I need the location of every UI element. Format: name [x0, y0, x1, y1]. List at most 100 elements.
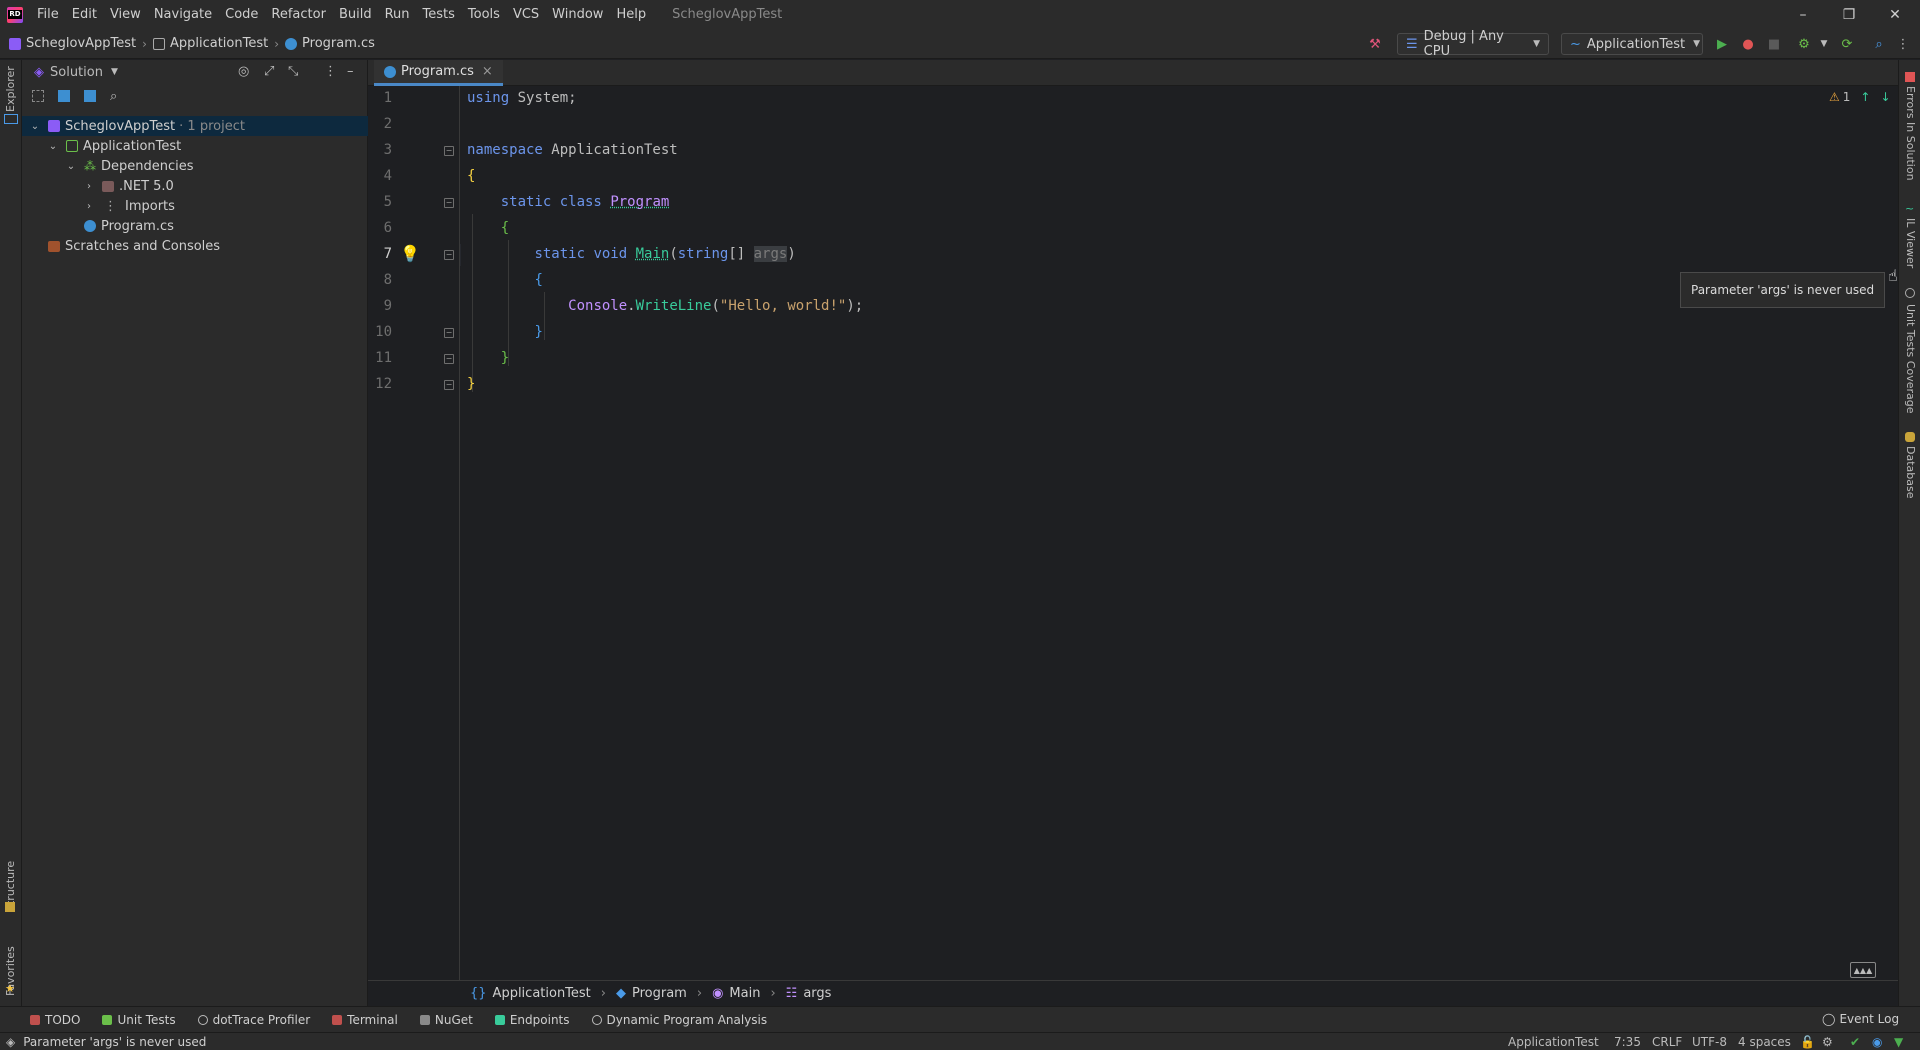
tree-item-project[interactable]: ⌄ ApplicationTest [22, 136, 368, 156]
status-layers-icon[interactable]: ◈ [6, 1035, 15, 1049]
menu-tools[interactable]: Tools [468, 7, 500, 22]
tree-item-imports[interactable]: › ⋮ Imports [22, 196, 368, 216]
build-hammer-icon[interactable]: ⚒ [1366, 35, 1384, 53]
status-project[interactable]: ApplicationTest [1508, 1033, 1599, 1050]
chevron-down-icon[interactable]: ⌄ [28, 121, 42, 132]
inspection-widget[interactable]: ⚠ 1 ↑ ↓ [1829, 90, 1891, 104]
code-line-10: } [534, 324, 543, 340]
todo-tool-button[interactable]: TODO [30, 1013, 80, 1027]
attach-process-icon[interactable]: ⚙ [1795, 35, 1813, 53]
run-configuration-combo[interactable]: ~ ApplicationTest ▼ [1561, 33, 1703, 55]
database-tool-tab[interactable]: Database [1904, 446, 1917, 499]
chevron-down-icon[interactable]: ⌄ [46, 141, 60, 152]
tree-item-net[interactable]: › .NET 5.0 [22, 176, 368, 196]
check-icon[interactable]: ✔ [1850, 1033, 1860, 1050]
menu-navigate[interactable]: Navigate [154, 7, 212, 22]
show-excluded-icon[interactable] [84, 90, 96, 102]
lock-icon[interactable]: 🔓 [1800, 1033, 1815, 1050]
fold-marker-icon[interactable]: − [444, 328, 454, 338]
menu-help[interactable]: Help [616, 7, 646, 22]
close-window-button[interactable]: ✕ [1872, 0, 1918, 29]
menu-window[interactable]: Window [552, 7, 603, 22]
unit-tests-coverage-tool-tab[interactable]: Unit Tests Coverage [1904, 304, 1917, 413]
previous-highlight-icon[interactable]: ↑ [1860, 90, 1870, 104]
fold-marker-icon[interactable]: − [444, 354, 454, 364]
update-icon[interactable]: ⟳ [1838, 35, 1856, 53]
chevron-right-icon[interactable]: › [82, 201, 96, 212]
nav-crumb-file[interactable]: Program.cs [285, 36, 375, 51]
endpoints-tool-button[interactable]: Endpoints [494, 1013, 570, 1027]
expand-all-icon[interactable]: ⤢ [264, 64, 274, 79]
more-options-icon[interactable]: ⋮ [324, 64, 337, 79]
search-icon[interactable]: ⌕ [110, 89, 117, 104]
event-log-tool-button[interactable]: ◯ Event Log [1822, 1012, 1899, 1026]
explorer-title[interactable]: Solution [50, 65, 103, 80]
configuration-combo[interactable]: ☰ Debug | Any CPU ▼ [1397, 29, 1549, 59]
nav-crumb-project[interactable]: ApplicationTest [152, 36, 268, 51]
menu-run[interactable]: Run [385, 7, 410, 22]
terminal-tool-button[interactable]: Terminal [332, 1013, 398, 1027]
dottrace-tool-button[interactable]: dotTrace Profiler [197, 1013, 310, 1027]
nav-crumb-solution[interactable]: ScheglovAppTest [9, 36, 136, 51]
menu-file[interactable]: File [37, 7, 59, 22]
errors-tool-tab[interactable]: Errors In Solution [1904, 86, 1917, 181]
fold-marker-icon[interactable]: − [444, 198, 454, 208]
dpa-icon [591, 1014, 602, 1025]
eye-icon[interactable]: ◉ [1872, 1033, 1882, 1050]
inspection-status-icon[interactable]: ▼ [1894, 1033, 1903, 1050]
menu-refactor[interactable]: Refactor [271, 7, 326, 22]
tree-item-solution[interactable]: ⌄ ScheglovAppTest · 1 project [22, 116, 368, 136]
nuget-tool-button[interactable]: NuGet [419, 1013, 473, 1027]
fold-marker-icon[interactable]: − [444, 250, 454, 260]
settings-icon[interactable]: ⚙ [1822, 1033, 1833, 1050]
restore-button[interactable]: ❐ [1826, 0, 1872, 29]
tree-item-dependencies[interactable]: ⌄ ⁂ Dependencies [22, 156, 368, 176]
menu-tests[interactable]: Tests [423, 7, 455, 22]
menu-view[interactable]: View [110, 7, 141, 22]
status-line-separator[interactable]: CRLF [1652, 1033, 1682, 1050]
close-tab-icon[interactable]: × [482, 64, 493, 79]
terminal-icon [332, 1014, 343, 1025]
show-files-icon[interactable] [58, 90, 70, 102]
breadcrumb-method[interactable]: Main [729, 986, 760, 1001]
collapse-all-icon[interactable]: ⤡ [288, 64, 298, 79]
tree-item-program-cs[interactable]: Program.cs [22, 216, 368, 236]
stop-icon[interactable]: ■ [1765, 35, 1783, 53]
menu-code[interactable]: Code [225, 7, 258, 22]
menu-build[interactable]: Build [339, 7, 372, 22]
chevron-right-icon[interactable]: › [82, 181, 96, 192]
breadcrumb-parameter[interactable]: args [803, 986, 831, 1001]
debug-icon[interactable]: ● [1739, 35, 1757, 53]
run-icon[interactable]: ▶ [1713, 35, 1731, 53]
next-highlight-icon[interactable]: ↓ [1880, 90, 1890, 104]
status-encoding[interactable]: UTF-8 [1692, 1033, 1727, 1050]
more-options-icon[interactable]: ⋮ [1894, 35, 1912, 53]
fold-marker-icon[interactable]: − [444, 146, 454, 156]
breadcrumb-class[interactable]: Program [632, 986, 687, 1001]
select-icon[interactable] [32, 90, 44, 102]
lightbulb-icon[interactable]: 💡 [400, 244, 420, 263]
todo-icon [30, 1014, 40, 1025]
reader-mode-icon[interactable]: ▲▲▲ [1850, 962, 1876, 978]
hide-panel-icon[interactable]: – [347, 64, 354, 79]
breadcrumb-namespace[interactable]: ApplicationTest [493, 986, 591, 1001]
unit-tests-tool-button[interactable]: Unit Tests [102, 1013, 176, 1027]
code-editor[interactable]: using System; namespace ApplicationTest … [461, 86, 1898, 980]
explorer-tool-tab[interactable]: Explorer [4, 66, 17, 112]
line-number: 5 [383, 194, 392, 210]
locate-icon[interactable]: ◎ [238, 64, 249, 79]
dpa-tool-button[interactable]: Dynamic Program Analysis [591, 1013, 767, 1027]
fold-marker-icon[interactable]: − [444, 380, 454, 390]
status-indent[interactable]: 4 spaces [1738, 1033, 1791, 1050]
tree-item-scratches[interactable]: Scratches and Consoles [22, 236, 368, 256]
chevron-down-icon[interactable]: ▼ [111, 67, 118, 77]
il-viewer-tool-tab[interactable]: IL Viewer [1904, 218, 1917, 268]
chevron-down-icon[interactable]: ⌄ [64, 161, 78, 172]
menu-edit[interactable]: Edit [72, 7, 97, 22]
tab-program-cs[interactable]: Program.cs × [374, 60, 503, 86]
menu-vcs[interactable]: VCS [513, 7, 539, 22]
chevron-down-icon[interactable]: ▼ [1815, 35, 1833, 53]
search-everywhere-icon[interactable]: ⌕ [1870, 35, 1888, 53]
minimize-button[interactable]: – [1780, 0, 1826, 29]
status-caret-position[interactable]: 7:35 [1614, 1033, 1641, 1050]
